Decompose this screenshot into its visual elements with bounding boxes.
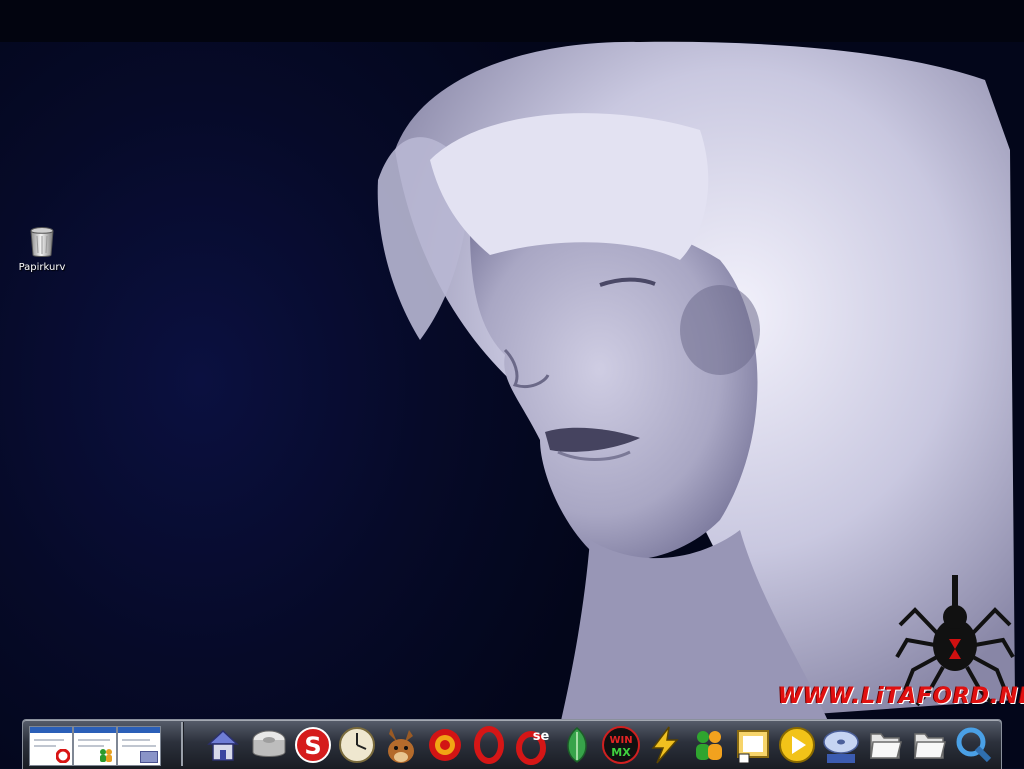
trash-can-icon: [30, 227, 54, 257]
wallpaper: WWW.LiTAFORD.NET: [0, 0, 1024, 725]
dock-launcher-dvd[interactable]: [821, 724, 861, 766]
svg-text:se: se: [533, 729, 550, 744]
winmx-icon: WIN MX: [602, 726, 640, 764]
target-ring-icon: [429, 729, 461, 761]
desktop[interactable]: WWW.LiTAFORD.NET Papirkurv S se WIN MX: [0, 0, 1024, 769]
task-thumbnail-opera[interactable]: [29, 726, 73, 766]
folder-icon: [870, 733, 902, 759]
folder-icon: [914, 733, 946, 759]
svg-text:S: S: [304, 732, 321, 760]
network-tools-icon: [956, 727, 992, 763]
dock-launcher-opera-se[interactable]: se: [513, 724, 553, 766]
leaf-icon: [567, 727, 587, 763]
drive-icon: [252, 730, 286, 757]
opera-icon: [474, 726, 504, 764]
dock-launcher-emule[interactable]: [381, 724, 421, 766]
photo-frame-icon: [737, 730, 769, 764]
dock-launcher-network-tools[interactable]: [953, 724, 993, 766]
dock-launcher-folder-2[interactable]: [909, 724, 949, 766]
dock-launcher-clock[interactable]: [337, 724, 377, 766]
dock-launcher-folder-1[interactable]: [865, 724, 905, 766]
dock-launcher-winmx[interactable]: WIN MX: [601, 724, 641, 766]
msn-messenger-icon: [100, 749, 112, 762]
dock-separator: [181, 722, 184, 766]
task-thumbnail-messenger[interactable]: [73, 726, 117, 766]
opera-se-icon: se: [516, 729, 550, 765]
svg-text:MX: MX: [611, 746, 631, 759]
taskbar-dock: S se WIN MX: [22, 719, 1002, 769]
svg-text:WIN: WIN: [609, 735, 632, 746]
emule-donkey-icon: [388, 728, 414, 763]
dock-launcher-msn[interactable]: [689, 724, 729, 766]
dock-launcher-target[interactable]: [425, 724, 465, 766]
msn-messenger-icon: [696, 731, 722, 760]
clock-icon: [339, 727, 375, 763]
dock-launcher-media-player[interactable]: [777, 724, 817, 766]
winamp-icon: [651, 726, 679, 764]
dock-launcher-skype[interactable]: S: [293, 724, 333, 766]
media-player-icon: [779, 727, 815, 763]
wallpaper-portrait: [0, 0, 1024, 725]
desktop-icon-label: Papirkurv: [18, 262, 66, 273]
task-thumbnail-explorer[interactable]: [117, 726, 161, 766]
dock-launcher-drive[interactable]: [249, 724, 289, 766]
dock-launcher-photo[interactable]: [733, 724, 773, 766]
opera-icon: [56, 749, 70, 763]
home-icon: [207, 729, 239, 761]
wallpaper-watermark: WWW.LiTAFORD.NET: [778, 684, 1024, 709]
skype-icon: S: [295, 727, 331, 763]
dock-launcher-leaf[interactable]: [557, 724, 597, 766]
dock-launcher-winamp[interactable]: [645, 724, 685, 766]
desktop-icon-recycle-bin[interactable]: Papirkurv: [14, 226, 70, 273]
dock-launcher-home[interactable]: [203, 724, 243, 766]
dock-launcher-opera[interactable]: [469, 724, 509, 766]
dvd-video-icon: [823, 730, 859, 763]
